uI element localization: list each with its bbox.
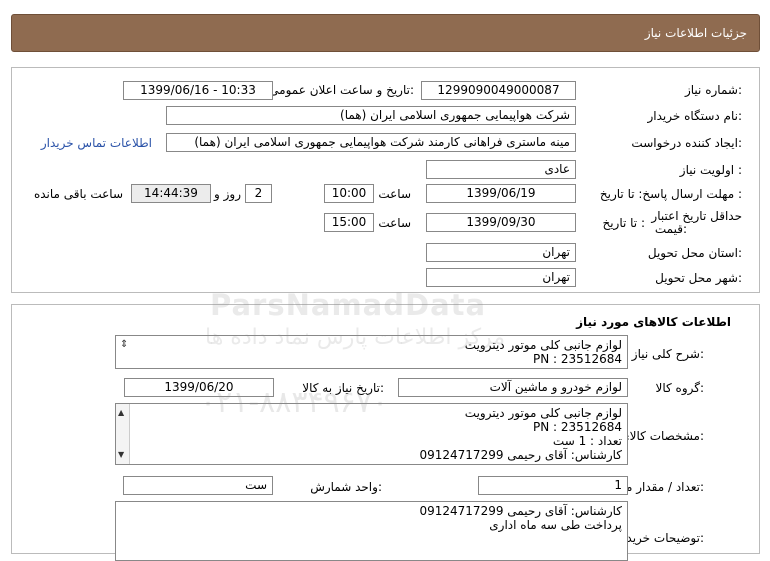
buyer-contact-link[interactable]: اطلاعات تماس خریدار <box>41 136 152 150</box>
specs-line-2: PN : 23512684 <box>533 420 622 434</box>
page-title: جزئیات اطلاعات نیاز <box>644 26 747 40</box>
priority-label: اولویت نیاز : <box>679 163 742 177</box>
specs-line-4: کارشناس: آقای رحیمی 09124717299 <box>419 448 622 462</box>
requester-field: مینه ماستری فراهانی کارمند شرکت هواپیمای… <box>166 133 576 152</box>
goods-section-title: اطلاعات کالاهای مورد نیاز <box>576 315 731 329</box>
notes-line-1: کارشناس: آقای رحیمی 09124717299 <box>419 504 622 518</box>
buyer-notes-textarea[interactable]: کارشناس: آقای رحیمی 09124717299 پرداخت ط… <box>115 501 628 561</box>
city-label: شهر محل تحویل: <box>655 271 742 285</box>
watermark-subtitle: مرکز اطلاعات پارس نماد داده ها <box>205 325 505 350</box>
city-field: تهران <box>426 268 576 287</box>
notes-line-2: پرداخت طی سه ماه اداری <box>489 518 622 532</box>
deadline-time-field: 10:00 <box>324 184 374 203</box>
validity-time-field: 15:00 <box>324 213 374 232</box>
priority-field: عادی <box>426 160 576 179</box>
scroll-down-icon[interactable]: ▼ <box>118 448 124 462</box>
group-label: گروه کالا: <box>655 381 705 395</box>
need-info-panel: شماره نیاز: 1299090049000087 تاریخ و ساع… <box>11 67 760 293</box>
announce-field: 1399/06/16 - 10:33 <box>123 81 273 100</box>
deadline-date-field: 1399/06/19 <box>426 184 576 203</box>
group-field: لوازم خودرو و ماشین آلات <box>398 378 628 397</box>
watermark-logo-text: ParsNamadData <box>210 288 487 322</box>
specs-scrollbar[interactable]: ▲ ▼ <box>116 404 130 464</box>
need-number-label: شماره نیاز: <box>684 83 742 97</box>
need-number-field: 1299090049000087 <box>421 81 576 100</box>
deadline-time-label: ساعت <box>378 187 411 201</box>
validity-time-label: ساعت <box>378 216 411 230</box>
deadline-label: مهلت ارسال پاسخ: تا تاریخ : <box>599 187 742 201</box>
validity-date-field: 1399/09/30 <box>426 213 576 232</box>
unit-label: واحد شمارش: <box>310 480 382 494</box>
summary-scroll-icon[interactable]: ⇕ <box>120 339 128 350</box>
summary-label: شرح کلی نیاز: <box>631 347 704 361</box>
province-field: تهران <box>426 243 576 262</box>
summary-line-2: PN : 23512684 <box>533 352 622 366</box>
remaining-time-field: 14:44:39 <box>131 184 211 203</box>
requester-label: ایجاد کننده درخواست: <box>631 136 742 150</box>
validity-to-label: تا تاریخ : <box>602 216 645 230</box>
buyer-notes-label: توضیحات خریدار: <box>617 531 704 545</box>
days-field: 2 <box>245 184 272 203</box>
announce-label: تاریخ و ساعت اعلان عمومی: <box>269 83 414 97</box>
specs-line-3: تعداد : 1 ست <box>552 434 622 448</box>
buyer-org-field: شرکت هواپیمایی جمهوری اسلامی ایران (هما) <box>166 106 576 125</box>
watermark-phone: ۰۲۱-۸۸۳۴۹۶۷۰ <box>200 385 389 420</box>
qty-field: 1 <box>478 476 628 495</box>
scroll-up-icon[interactable]: ▲ <box>118 406 124 420</box>
validity-label-1: حداقل تاریخ اعتبار <box>651 209 742 223</box>
buyer-org-label: نام دستگاه خریدار: <box>647 109 743 123</box>
remaining-label: ساعت باقی مانده <box>33 187 123 201</box>
province-label: استان محل تحویل: <box>647 246 742 260</box>
days-label: روز و <box>214 187 241 201</box>
validity-label-2: قیمت: <box>654 222 687 236</box>
unit-field: ست <box>123 476 273 495</box>
page-header: جزئیات اطلاعات نیاز <box>11 14 760 52</box>
